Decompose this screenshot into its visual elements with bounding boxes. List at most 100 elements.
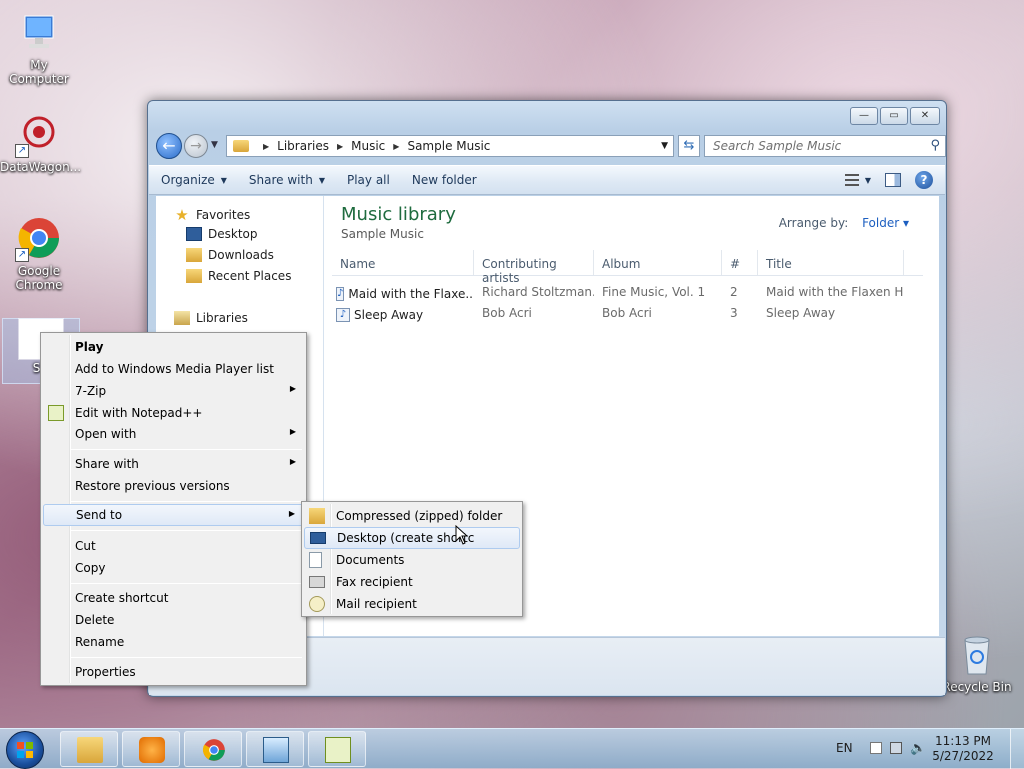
menu-item-cut[interactable]: Cut: [43, 535, 304, 557]
nav-favorites[interactable]: ★ Favorites: [174, 206, 250, 224]
menu-item-delete[interactable]: Delete: [43, 609, 304, 631]
chevron-right-icon[interactable]: ▶: [263, 142, 269, 151]
chevron-right-icon[interactable]: ▶: [393, 142, 399, 151]
menu-item-create-shortcut[interactable]: Create shortcut: [43, 587, 304, 609]
desktop-icon-datawagon[interactable]: ↗ DataWagon...: [0, 110, 81, 174]
refresh-button[interactable]: ⇆: [678, 135, 700, 157]
address-bar[interactable]: ▶ Libraries ▶ Music ▶ Sample Music ▼: [226, 135, 674, 157]
file-name-cell: ♪ Sleep Away: [332, 303, 474, 323]
nav-downloads[interactable]: Downloads: [186, 248, 274, 262]
nav-libraries[interactable]: Libraries: [174, 311, 248, 325]
datawagon-icon: ↗: [15, 110, 63, 158]
menu-item-send-to[interactable]: Send to ▶: [43, 504, 304, 526]
clock[interactable]: 11:13 PM 5/27/2022: [928, 734, 998, 764]
taskbar-media-player[interactable]: [122, 731, 180, 767]
command-bar: Organize ▼ Share with ▼ Play all New folde…: [149, 165, 945, 195]
desktop-icon-recycle-bin[interactable]: Recycle Bin: [938, 630, 1016, 694]
share-with-button[interactable]: Share with ▼: [249, 173, 325, 187]
back-button[interactable]: ←: [156, 133, 182, 159]
taskbar-chrome[interactable]: [184, 731, 242, 767]
desktop-icon-chrome[interactable]: ↗ Google Chrome: [0, 214, 78, 292]
sendto-fax-recipient[interactable]: Fax recipient: [304, 571, 520, 593]
start-button[interactable]: [6, 731, 44, 769]
artist-cell: Bob Acri: [482, 306, 532, 320]
new-folder-button[interactable]: New folder: [412, 173, 477, 187]
menu-item-copy[interactable]: Copy: [43, 557, 304, 579]
taskbar-remote-app[interactable]: [246, 731, 304, 767]
menu-item-play[interactable]: Play: [43, 336, 304, 358]
desktop-icon-label: Google Chrome: [15, 264, 63, 292]
documents-icon: [309, 552, 322, 568]
maximize-button[interactable]: ▭: [880, 107, 908, 125]
fax-icon: [309, 576, 325, 588]
submenu-arrow-icon: ▶: [288, 509, 295, 518]
organize-button[interactable]: Organize ▼: [161, 173, 227, 187]
menu-item-open-with[interactable]: Open with ▶: [43, 423, 304, 445]
help-icon[interactable]: ?: [915, 171, 933, 189]
menu-item-restore-previous[interactable]: Restore previous versions: [43, 475, 304, 497]
file-name: Sleep Away: [354, 307, 424, 322]
menu-item-share-with[interactable]: Share with ▶: [43, 453, 304, 475]
library-title: Music library: [341, 204, 456, 225]
sendto-mail-recipient[interactable]: Mail recipient: [304, 593, 520, 615]
preview-pane-icon[interactable]: [885, 173, 901, 187]
column-name[interactable]: Name: [332, 250, 474, 275]
network-icon[interactable]: [890, 742, 902, 754]
library-subtitle[interactable]: Sample Music: [341, 227, 456, 241]
change-view-icon[interactable]: [844, 174, 859, 186]
column-headers: Name Contributing artists Album # Title: [332, 250, 923, 285]
nav-label: Desktop: [208, 227, 258, 241]
volume-icon[interactable]: 🔈: [910, 741, 926, 756]
desktop-icon-my-computer[interactable]: My Computer: [0, 8, 78, 86]
address-dropdown-icon[interactable]: ▼: [661, 141, 668, 151]
language-indicator[interactable]: EN: [836, 741, 853, 755]
menu-separator: [71, 583, 302, 584]
share-with-label: Share with: [248, 173, 313, 187]
search-icon[interactable]: ⚲: [930, 138, 940, 153]
breadcrumb-music[interactable]: Music: [351, 139, 385, 153]
nav-recent-places[interactable]: Recent Places: [186, 269, 291, 283]
recent-pages-dropdown[interactable]: ▼: [211, 140, 218, 150]
title-cell: Sleep Away: [766, 306, 836, 320]
menu-item-notepadpp[interactable]: Edit with Notepad++: [43, 402, 304, 424]
menu-item-add-to-wmp[interactable]: Add to Windows Media Player list: [43, 358, 304, 380]
library-header: Music library Sample Music: [341, 204, 456, 241]
column-album[interactable]: Album: [594, 250, 722, 275]
title-cell: Maid with the Flaxen H...: [766, 285, 904, 299]
nav-desktop[interactable]: Desktop: [186, 227, 258, 241]
chevron-right-icon[interactable]: ▶: [337, 142, 343, 151]
file-row[interactable]: ♪ Sleep Away Bob Acri Bob Acri 3 Sleep A…: [332, 303, 923, 323]
column-contributing-artists[interactable]: Contributing artists: [474, 250, 594, 285]
view-options-caret-icon[interactable]: ▼: [865, 176, 871, 185]
menu-label: Mail recipient: [336, 597, 417, 611]
action-center-icon[interactable]: [870, 742, 882, 754]
column-number[interactable]: #: [722, 250, 758, 275]
menu-item-7zip[interactable]: 7-Zip ▶: [43, 380, 304, 402]
arrange-value-dropdown[interactable]: Folder ▾: [862, 216, 909, 230]
new-folder-label: New folder: [411, 173, 477, 187]
breadcrumb-sample-music[interactable]: Sample Music: [407, 139, 490, 153]
menu-item-properties[interactable]: Properties: [43, 661, 304, 683]
show-desktop-button[interactable]: [1010, 729, 1024, 769]
downloads-folder-icon: [186, 248, 202, 262]
breadcrumb-libraries[interactable]: Libraries: [277, 139, 329, 153]
close-button[interactable]: ✕: [910, 107, 940, 125]
play-all-button[interactable]: Play all: [347, 173, 390, 187]
mouse-cursor-icon: [455, 525, 469, 545]
column-title[interactable]: Title: [758, 250, 904, 275]
search-input[interactable]: Search Sample Music ⚲: [704, 135, 946, 157]
taskbar: EN 🔈 11:13 PM 5/27/2022: [0, 728, 1024, 769]
minimize-button[interactable]: —: [850, 107, 878, 125]
music-file-icon: ♪: [336, 286, 345, 301]
menu-item-rename[interactable]: Rename: [43, 631, 304, 653]
sendto-documents[interactable]: Documents: [304, 549, 520, 571]
taskbar-explorer[interactable]: [60, 731, 118, 767]
sendto-desktop[interactable]: Desktop (create shortc: [304, 527, 520, 549]
recycle-bin-icon: [953, 630, 1001, 678]
remote-app-icon: [263, 737, 289, 763]
forward-button[interactable]: →: [184, 134, 208, 158]
menu-label: Compressed (zipped) folder: [336, 509, 503, 523]
file-row[interactable]: ♪ Maid with the Flaxe... Richard Stoltzm…: [332, 282, 923, 302]
sendto-compressed-folder[interactable]: Compressed (zipped) folder: [304, 505, 520, 527]
taskbar-notepadpp[interactable]: [308, 731, 366, 767]
